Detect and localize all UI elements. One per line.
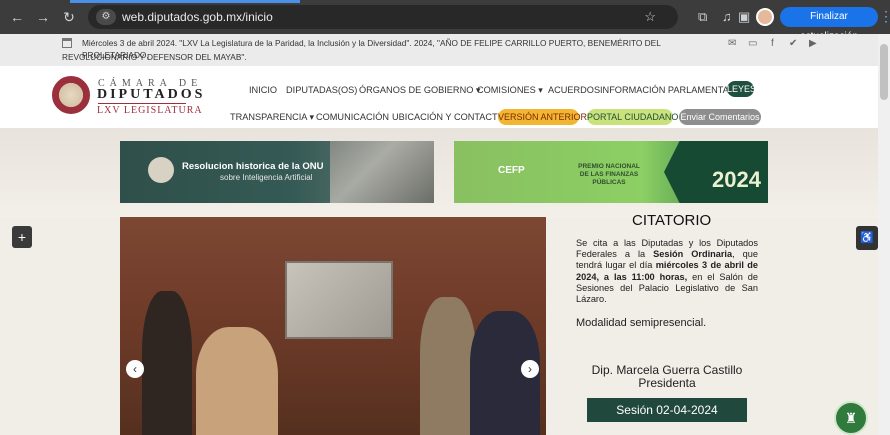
nav-inicio[interactable]: INICIO <box>249 85 277 95</box>
assistant-logo-icon[interactable]: ♜ <box>834 401 868 435</box>
news-carousel[interactable]: ‹ › <box>120 217 546 435</box>
person-figure <box>196 327 278 435</box>
nav-comunicacion[interactable]: COMUNICACIÓN <box>316 112 389 122</box>
scrollbar-thumb[interactable] <box>880 44 888 100</box>
side-panel-icon[interactable]: ▣ <box>738 9 750 25</box>
youtube-icon[interactable]: ▶ <box>809 38 817 49</box>
banner-seal-icon <box>148 157 174 183</box>
carousel-prev-icon[interactable]: ‹ <box>126 360 144 378</box>
version-anterior-button[interactable]: VERSIÓN ANTERIOR <box>498 109 587 125</box>
banner-onu-photo <box>330 141 434 203</box>
banner-onu-title: Resolucion historica de la ONU <box>182 161 324 172</box>
onu-ia-banner[interactable]: Resolucion historica de la ONU sobre Int… <box>120 141 434 203</box>
sesion-button[interactable]: Sesión 02-04-2024 <box>587 398 747 422</box>
presidenta-name: Dip. Marcela Guerra Castillo Presidenta <box>567 364 767 390</box>
premio-finanzas-banner[interactable]: CEFP PREMIO NACIONAL DE LAS FINANZAS PÚB… <box>454 141 768 203</box>
expand-plus-icon[interactable]: + <box>12 226 32 248</box>
screen-icon[interactable]: ▭ <box>748 38 757 49</box>
profile-avatar[interactable] <box>756 8 774 26</box>
modalidad-text: Modalidad semipresencial. <box>576 317 707 329</box>
extensions-icon[interactable]: ⧉ <box>698 9 707 25</box>
site-info-icon[interactable]: ⚙ <box>96 9 116 25</box>
cefp-logo: CEFP <box>498 165 525 176</box>
mail-icon[interactable]: ✉ <box>728 38 736 49</box>
cit-text-b: Sesión Ordinaria <box>653 249 733 260</box>
kebab-menu-icon[interactable]: ⋮ <box>879 8 890 25</box>
calendar-icon <box>62 38 72 48</box>
nav-acuerdos[interactable]: ACUERDOS <box>548 85 600 95</box>
leyes-button[interactable]: LEYES <box>727 81 756 97</box>
address-bar[interactable]: ⚙ web.diputados.gob.mx/inicio ☆ <box>88 5 678 29</box>
portal-ciudadano-button[interactable]: PORTAL CIUDADANO <box>587 109 678 125</box>
nav-organos-gobierno[interactable]: ÓRGANOS DE GOBIERNO ▾ <box>359 85 481 96</box>
citatorio-text: Se cita a las Diputadas y los Diputados … <box>576 238 758 305</box>
site-header: CÁMARA DE DIPUTADOS LXV LEGISLATURA INIC… <box>0 66 878 128</box>
tab-indicator <box>70 0 300 3</box>
url-text[interactable]: web.diputados.gob.mx/inicio <box>122 10 273 24</box>
nav-ubicacion-contacto[interactable]: UBICACIÓN Y CONTACTO <box>392 112 505 122</box>
person-figure <box>420 297 476 435</box>
update-button[interactable]: Finalizar actualización <box>780 7 878 42</box>
nav-comisiones[interactable]: COMISIONES ▾ <box>477 85 543 96</box>
logo-divider <box>98 103 186 104</box>
carousel-next-icon[interactable]: › <box>521 360 539 378</box>
banner-onu-subtitle: sobre Inteligencia Artificial <box>220 173 313 182</box>
commemorative-plaque-image <box>285 261 393 339</box>
forward-icon[interactable]: → <box>34 8 52 26</box>
nav-info-parlamentaria[interactable]: INFORMACIÓN PARLAMENTARIA <box>600 85 744 95</box>
nav-diputados[interactable]: DIPUTADAS(OS) <box>286 85 357 95</box>
citatorio-title: CITATORIO <box>632 212 712 229</box>
info-bar: Miércoles 3 de abril 2024. "LXV La Legis… <box>0 34 878 66</box>
person-figure <box>142 291 192 435</box>
browser-toolbar: ← → ↻ ⚙ web.diputados.gob.mx/inicio ☆ ⧉ … <box>0 0 890 42</box>
enviar-comentarios-button[interactable]: Enviar Comentarios <box>679 109 761 125</box>
logo-diputados-text: DIPUTADOS <box>97 87 206 102</box>
dip-role-line: Presidenta <box>638 376 696 390</box>
facebook-icon[interactable]: f <box>771 38 774 49</box>
reload-icon[interactable]: ↻ <box>60 8 78 26</box>
logo-legislatura-text: LXV LEGISLATURA <box>97 105 203 116</box>
star-icon[interactable]: ☆ <box>644 9 656 25</box>
twitter-icon[interactable]: ✔ <box>789 38 797 49</box>
camara-seal-logo[interactable] <box>52 76 90 114</box>
nav-transparencia[interactable]: TRANSPARENCIA ▾ <box>230 112 314 123</box>
premio-title: PREMIO NACIONAL DE LAS FINANZAS PÚBLICAS <box>578 163 640 186</box>
media-icon[interactable]: ♫ <box>722 9 732 25</box>
premio-year: 2024 <box>712 167 761 192</box>
info-line-2: REVOLUCIONARIO Y DEFENSOR DEL MAYAB". <box>62 52 247 62</box>
back-icon[interactable]: ← <box>8 8 26 26</box>
accessibility-icon[interactable]: ♿ <box>856 226 878 250</box>
